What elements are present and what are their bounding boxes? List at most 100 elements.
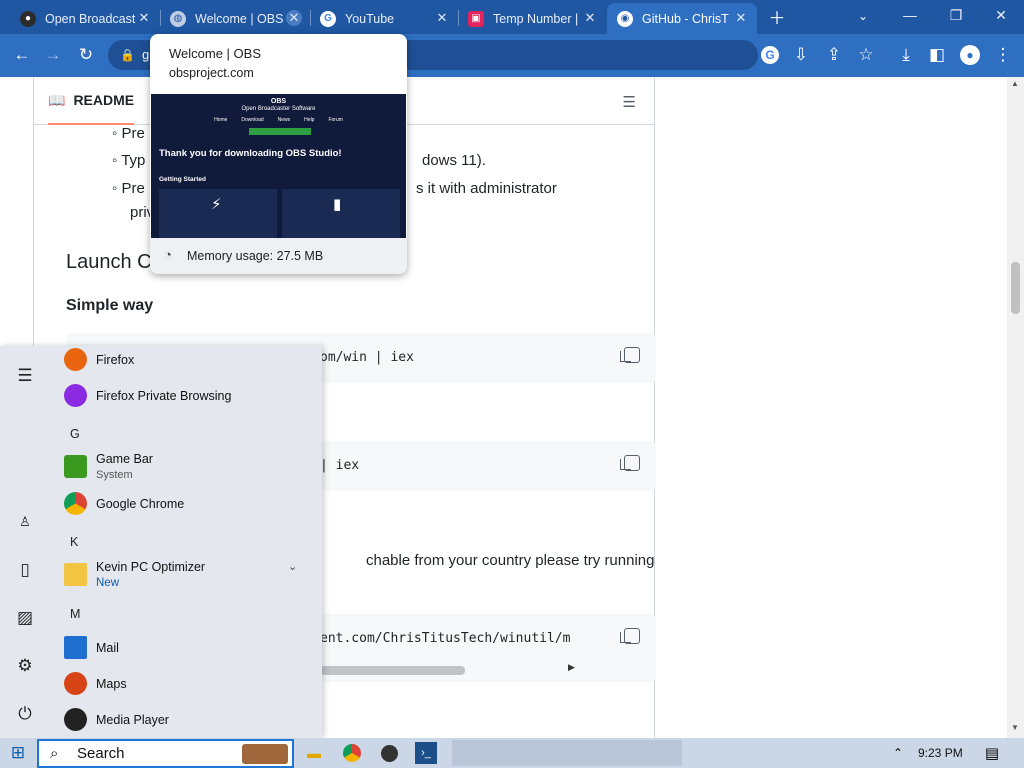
chrome-taskbar-icon[interactable] xyxy=(341,742,363,764)
preview-heading: Thank you for downloading OBS Studio! xyxy=(159,148,342,159)
code-horizontal-scrollbar[interactable] xyxy=(320,666,465,675)
game-bar-icon xyxy=(64,455,87,478)
close-window-icon[interactable]: ✕ xyxy=(978,0,1024,30)
start-menu-rail: ☰ ♙ ▯ ▨ ⚙ ⏻ xyxy=(0,346,50,738)
side-panel-icon[interactable]: ◧ xyxy=(924,42,950,68)
copy-icon[interactable] xyxy=(620,347,640,363)
notifications-icon[interactable]: ▤ xyxy=(981,742,1003,764)
settings-gear-icon[interactable]: ⚙ xyxy=(13,654,37,678)
app-mail[interactable]: Mail xyxy=(64,636,119,659)
code-text-2: | iex xyxy=(320,458,360,473)
page-scrollbar-thumb[interactable] xyxy=(1011,262,1020,314)
tab-hover-card: Welcome | OBS obsproject.com OBS Open Br… xyxy=(150,34,407,274)
book-icon: ▮ xyxy=(333,196,342,213)
tab-welcome-obs[interactable]: ◍ Welcome | OBS ✕ xyxy=(160,3,310,34)
app-media-player[interactable]: Media Player xyxy=(64,708,169,731)
clock[interactable]: 9:23 PM xyxy=(918,746,963,760)
tab-youtube[interactable]: G YouTube ✕ xyxy=(310,3,458,34)
windows-start-icon[interactable]: ⊞ xyxy=(7,742,29,764)
readme-tab[interactable]: 📖 README xyxy=(48,77,135,125)
temp-number-icon: ▣ xyxy=(468,10,484,27)
restore-icon[interactable]: ❐ xyxy=(933,0,979,30)
lock-icon: 🔒 xyxy=(120,48,135,62)
downloads-icon[interactable]: ⤓ xyxy=(893,42,919,68)
google-lens-icon[interactable]: G xyxy=(757,42,783,68)
taskbar: ⊞ ⌕ Search ▬ ›_ ⌃ 9:23 PM ▤ xyxy=(0,738,1024,768)
chevron-down-icon[interactable]: ⌄ xyxy=(288,560,297,573)
tab-temp-number[interactable]: ▣ Temp Number | ✕ xyxy=(458,3,606,34)
powershell-icon[interactable]: ›_ xyxy=(415,742,437,764)
folder-icon xyxy=(64,563,87,586)
bullet-3-text: s it with administrator xyxy=(416,180,557,197)
bullet-2: ◦ Typ xyxy=(112,152,146,169)
tab-search-icon[interactable]: ⌄ xyxy=(850,3,876,29)
hamburger-icon[interactable]: ☰ xyxy=(13,364,37,388)
copy-icon[interactable] xyxy=(620,628,640,644)
heading-launch: Launch Co xyxy=(66,251,163,273)
close-tab-icon[interactable]: ✕ xyxy=(286,10,302,26)
forward-icon[interactable]: → xyxy=(40,42,66,68)
share-icon[interactable]: ⇪ xyxy=(821,42,847,68)
file-explorer-icon[interactable]: ▬ xyxy=(303,742,325,764)
start-menu: ☰ ♙ ▯ ▨ ⚙ ⏻ Firefox Firefox Private Brow… xyxy=(0,346,322,738)
taskbar-search-box[interactable]: ⌕ Search xyxy=(37,739,294,768)
app-firefox[interactable]: Firefox xyxy=(64,348,134,371)
close-tab-icon[interactable]: ✕ xyxy=(136,10,152,26)
firefox-icon xyxy=(64,348,87,371)
documents-icon[interactable]: ▯ xyxy=(13,558,37,582)
reload-icon[interactable]: ↻ xyxy=(73,42,99,68)
new-tab-icon[interactable]: ＋ xyxy=(764,3,790,29)
outline-list-icon[interactable]: ☰ xyxy=(623,93,636,111)
bookmark-star-icon[interactable]: ☆ xyxy=(853,42,879,68)
preview-badges xyxy=(249,128,311,135)
scroll-right-icon[interactable]: ▶ xyxy=(568,662,575,673)
globe-icon: ◍ xyxy=(170,10,186,27)
copy-icon[interactable] xyxy=(620,455,640,471)
letter-header-k[interactable]: K xyxy=(70,535,78,549)
close-tab-icon[interactable]: ✕ xyxy=(733,10,749,26)
code-text-3: ent.com/ChrisTitusTech/winutil/m xyxy=(320,631,571,646)
preview-brand-sub: Open Broadcaster Software xyxy=(241,106,316,112)
github-icon: ◉ xyxy=(617,10,633,27)
memory-usage: Memory usage: 27.5 MB xyxy=(187,249,324,263)
hovercard-title: Welcome | OBS xyxy=(169,46,261,61)
preview-nav: Home Download News Help Forum xyxy=(214,117,343,123)
menu-kebab-icon[interactable]: ⋮ xyxy=(990,42,1016,68)
bullet-2-text: dows 11). xyxy=(422,152,486,169)
profile-icon[interactable]: ● xyxy=(957,42,983,68)
lightning-icon: ⚡ xyxy=(211,196,222,213)
bullet-1: ◦ Pre xyxy=(112,125,145,142)
minimize-icon[interactable]: — xyxy=(887,0,933,30)
obs-taskbar-icon[interactable] xyxy=(378,742,400,764)
scroll-up-icon[interactable]: ▲ xyxy=(1011,79,1019,88)
obs-icon: ● xyxy=(20,10,36,27)
preview-getting-started: Getting Started xyxy=(159,176,206,183)
system-tray-chevron-icon[interactable]: ⌃ xyxy=(887,742,909,764)
chrome-icon xyxy=(64,492,87,515)
letter-header-g[interactable]: G xyxy=(70,427,80,441)
scroll-down-icon[interactable]: ▼ xyxy=(1011,723,1019,732)
speedometer-icon: ◔ xyxy=(164,247,172,262)
close-tab-icon[interactable]: ✕ xyxy=(434,10,450,26)
tab-github[interactable]: ◉ GitHub - ChrisT ✕ xyxy=(607,3,757,34)
preview-card-2: ▮ xyxy=(282,189,400,238)
app-kevin-pc-optimizer[interactable]: Kevin PC Optimizer New ⌄ xyxy=(64,560,304,589)
back-icon[interactable]: ← xyxy=(9,42,35,68)
user-icon[interactable]: ♙ xyxy=(13,510,37,534)
power-icon[interactable]: ⏻ xyxy=(13,702,37,726)
search-highlight-icon xyxy=(242,744,288,764)
preview-brand: OBS xyxy=(270,98,287,105)
app-game-bar[interactable]: Game Bar System xyxy=(64,452,153,481)
page-scrollbar[interactable]: ▲ ▼ xyxy=(1007,77,1024,738)
app-maps[interactable]: Maps xyxy=(64,672,127,695)
pictures-icon[interactable]: ▨ xyxy=(13,606,37,630)
task-thumbnails[interactable] xyxy=(452,740,682,766)
app-google-chrome[interactable]: Google Chrome xyxy=(64,492,184,515)
heading-simple-way: Simple way xyxy=(66,297,154,314)
search-icon: ⌕ xyxy=(50,745,59,762)
letter-header-m[interactable]: M xyxy=(70,607,80,621)
tab-open-broadcast[interactable]: ● Open Broadcast ✕ xyxy=(10,3,160,34)
close-tab-icon[interactable]: ✕ xyxy=(582,10,598,26)
install-icon[interactable]: ⇩ xyxy=(788,42,814,68)
app-firefox-private[interactable]: Firefox Private Browsing xyxy=(64,384,231,407)
